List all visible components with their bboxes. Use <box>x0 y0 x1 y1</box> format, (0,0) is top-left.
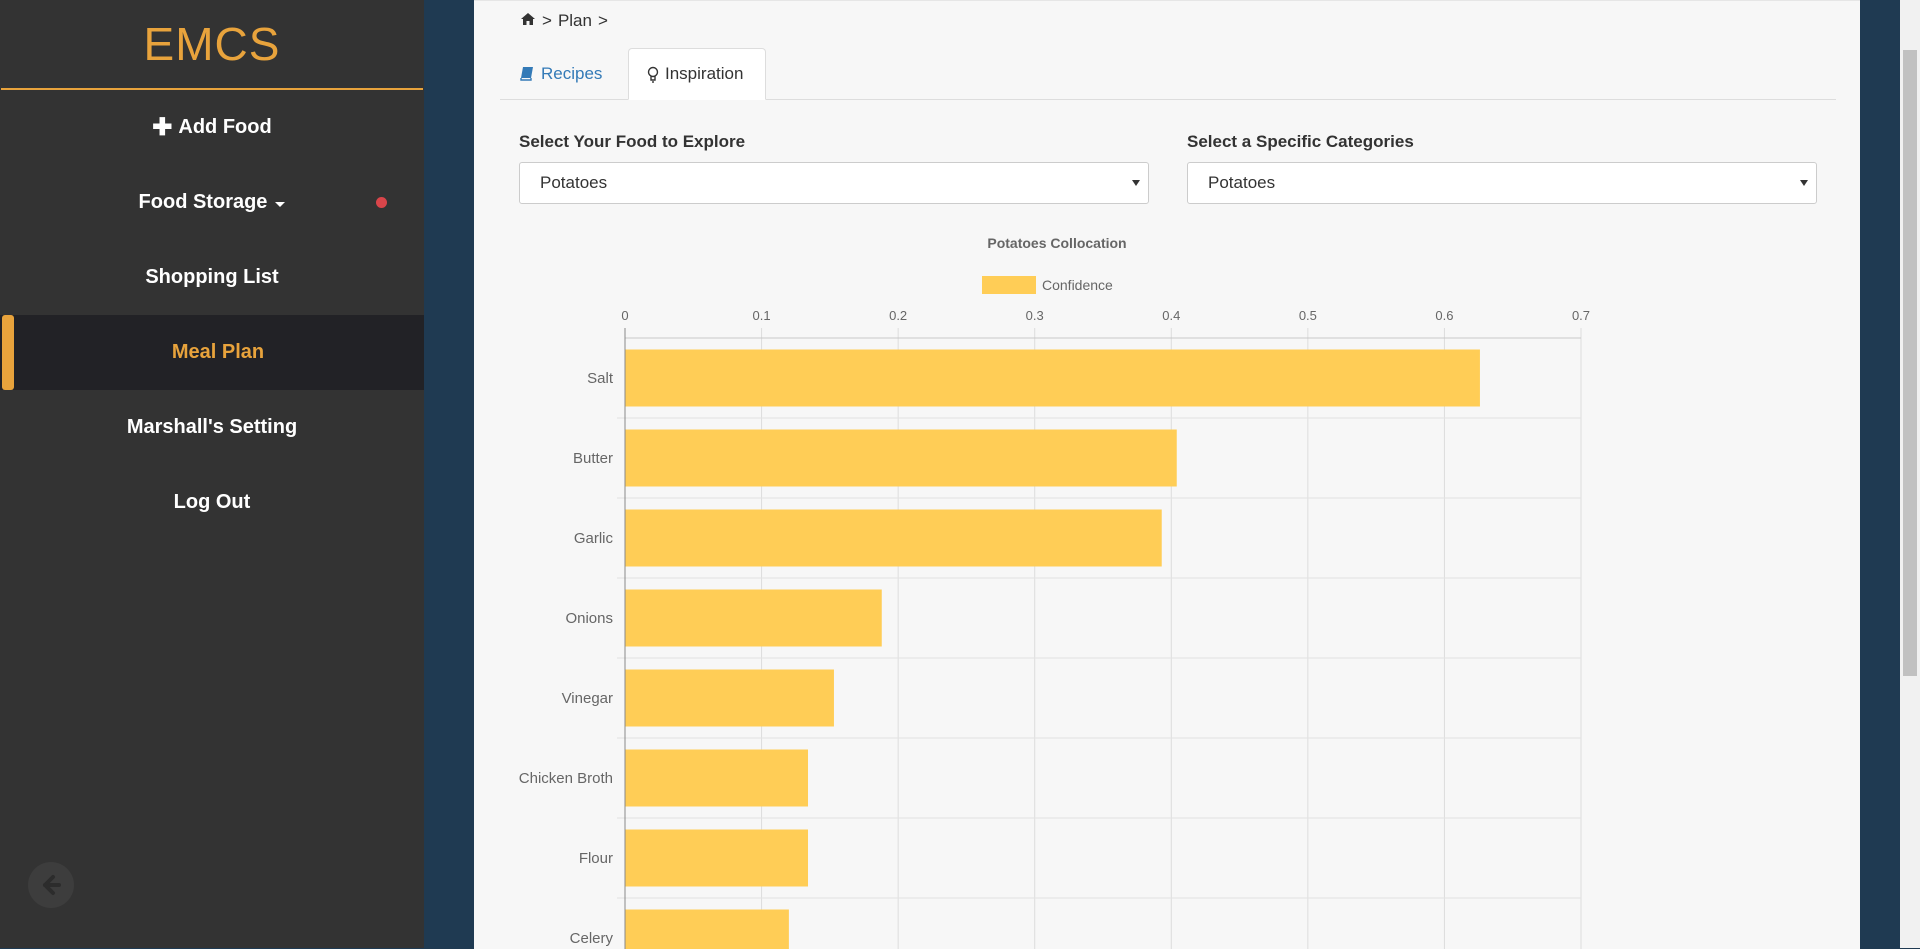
bar-vinegar <box>625 670 834 727</box>
sidebar-item-meal-plan[interactable]: Meal Plan <box>0 315 424 390</box>
y-tick-label: Celery <box>570 930 614 947</box>
y-tick-label: Garlic <box>574 530 614 547</box>
x-tick-label: 0.3 <box>1026 308 1044 323</box>
x-tick-label: 0.5 <box>1299 308 1317 323</box>
brand-logo[interactable]: EMCS <box>1 0 423 90</box>
legend-swatch <box>982 276 1036 294</box>
chart-title: Potatoes Collocation <box>987 235 1126 251</box>
sidebar-item-label: Marshall's Setting <box>127 416 297 439</box>
plus-icon: ✚ <box>152 113 172 142</box>
x-tick-label: 0.7 <box>1572 308 1590 323</box>
sidebar-item-add-food[interactable]: ✚ Add Food <box>0 90 424 165</box>
y-tick-label: Chicken Broth <box>519 770 613 787</box>
sidebar-item-label: Food Storage <box>139 191 268 214</box>
bar-celery <box>625 910 789 949</box>
caret-down-icon <box>275 202 285 207</box>
sidebar-item-label: Meal Plan <box>172 341 264 364</box>
sidebar-item-label: Log Out <box>174 491 251 514</box>
sidebar-item-food-storage[interactable]: Food Storage <box>0 165 424 240</box>
x-tick-label: 0.6 <box>1435 308 1453 323</box>
sidebar-item-label: Shopping List <box>145 266 278 289</box>
bar-flour <box>625 830 808 887</box>
sidebar-item-label: Add Food <box>178 116 271 139</box>
collocation-chart: Potatoes Collocation Confidence 0 0.1 0.2 0… <box>474 1 1860 949</box>
x-tick-label: 0.1 <box>753 308 771 323</box>
bar-onions <box>625 590 882 647</box>
x-tick-label: 0.2 <box>889 308 907 323</box>
sidebar-item-log-out[interactable]: Log Out <box>0 465 424 540</box>
scrollbar[interactable] <box>1900 0 1920 948</box>
y-tick-label: Vinegar <box>562 690 613 707</box>
bar-butter <box>625 430 1177 487</box>
scrollbar-thumb[interactable] <box>1903 50 1917 676</box>
sidebar-item-settings[interactable]: Marshall's Setting <box>0 390 424 465</box>
bar-salt <box>625 350 1480 407</box>
y-tick-label: Flour <box>579 850 613 867</box>
notification-dot <box>376 197 387 208</box>
legend-label: Confidence <box>1042 277 1113 293</box>
bar-garlic <box>625 510 1162 567</box>
arrow-left-circle-icon[interactable] <box>28 862 74 908</box>
x-tick-label: 0.4 <box>1162 308 1180 323</box>
y-tick-label: Onions <box>565 610 613 627</box>
x-tick-label: 0 <box>621 308 628 323</box>
sidebar-item-shopping-list[interactable]: Shopping List <box>0 240 424 315</box>
y-tick-label: Salt <box>587 370 614 387</box>
main-panel: > Plan > Recipes Inspiration <box>474 0 1860 949</box>
y-tick-label: Butter <box>573 450 613 467</box>
sidebar: EMCS ✚ Add Food Food Storage Shopping Li… <box>0 0 424 948</box>
bar-chicken-broth <box>625 750 808 807</box>
